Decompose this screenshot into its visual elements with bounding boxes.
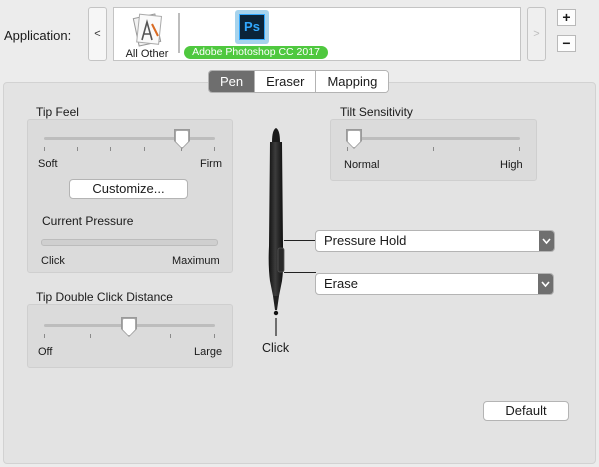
tick [214,334,215,338]
tip-feel-title: Tip Feel [36,105,79,119]
app-item-all-other[interactable]: All Other [122,10,172,60]
tick [214,147,215,151]
chevron-down-icon [539,231,554,251]
upper-button-value: Pressure Hold [324,233,407,248]
application-list: All Other Ps Adobe Photoshop CC 2017 [113,7,521,61]
tip-feel-max-label: Firm [200,158,222,170]
tilt-max-label: High [500,159,523,171]
chevron-down-icon [538,274,553,294]
customize-button[interactable]: Customize... [69,179,188,199]
previous-app-button[interactable]: < [88,7,107,61]
tab-mapping[interactable]: Mapping [315,71,389,92]
pressure-min-label: Click [41,255,65,267]
app-name-photoshop: Adobe Photoshop CC 2017 [184,46,328,59]
current-pressure-title: Current Pressure [42,214,134,228]
tick [347,147,348,151]
pen-tip-label: Click [262,341,290,355]
lower-button-value: Erase [324,276,358,291]
photoshop-icon: Ps [239,14,265,40]
app-name-all-other: All Other [125,48,169,60]
lower-button-connector [284,272,316,273]
tick [90,334,91,338]
tick [433,147,434,151]
pen-illustration [268,128,285,336]
photoshop-selection-highlight: Ps [235,10,269,44]
tick [144,147,145,151]
tip-feel-min-label: Soft [38,158,58,170]
double-click-min-label: Off [38,346,53,358]
chevron-left-icon: < [94,28,101,40]
tab-bar: Pen Eraser Mapping [208,70,390,93]
double-click-max-label: Large [194,346,223,358]
tick [77,147,78,151]
tick [519,147,520,151]
tab-eraser[interactable]: Eraser [254,71,316,92]
tick [44,334,45,338]
tilt-min-label: Normal [344,159,380,171]
next-app-button[interactable]: > [527,7,546,61]
current-pressure-meter [41,239,218,246]
default-button[interactable]: Default [483,401,569,421]
app-divider [178,13,180,53]
app-item-photoshop[interactable]: Ps Adobe Photoshop CC 2017 [184,8,330,60]
tilt-title: Tilt Sensitivity [340,105,413,119]
tab-pen[interactable]: Pen [209,71,255,92]
upper-button-select[interactable]: Pressure Hold [315,230,555,252]
application-label: Application: [4,28,72,43]
tick [110,147,111,151]
remove-app-button[interactable]: − [557,35,576,52]
add-app-button[interactable]: + [557,9,576,26]
all-other-apps-icon [132,13,163,47]
double-click-title: Tip Double Click Distance [36,290,173,304]
tick [44,147,45,151]
upper-button-connector [284,240,316,241]
tilt-track[interactable] [347,137,520,140]
pressure-max-label: Maximum [172,255,220,267]
chevron-right-icon: > [533,28,540,40]
lower-button-select[interactable]: Erase [315,273,554,295]
tick [170,334,171,338]
